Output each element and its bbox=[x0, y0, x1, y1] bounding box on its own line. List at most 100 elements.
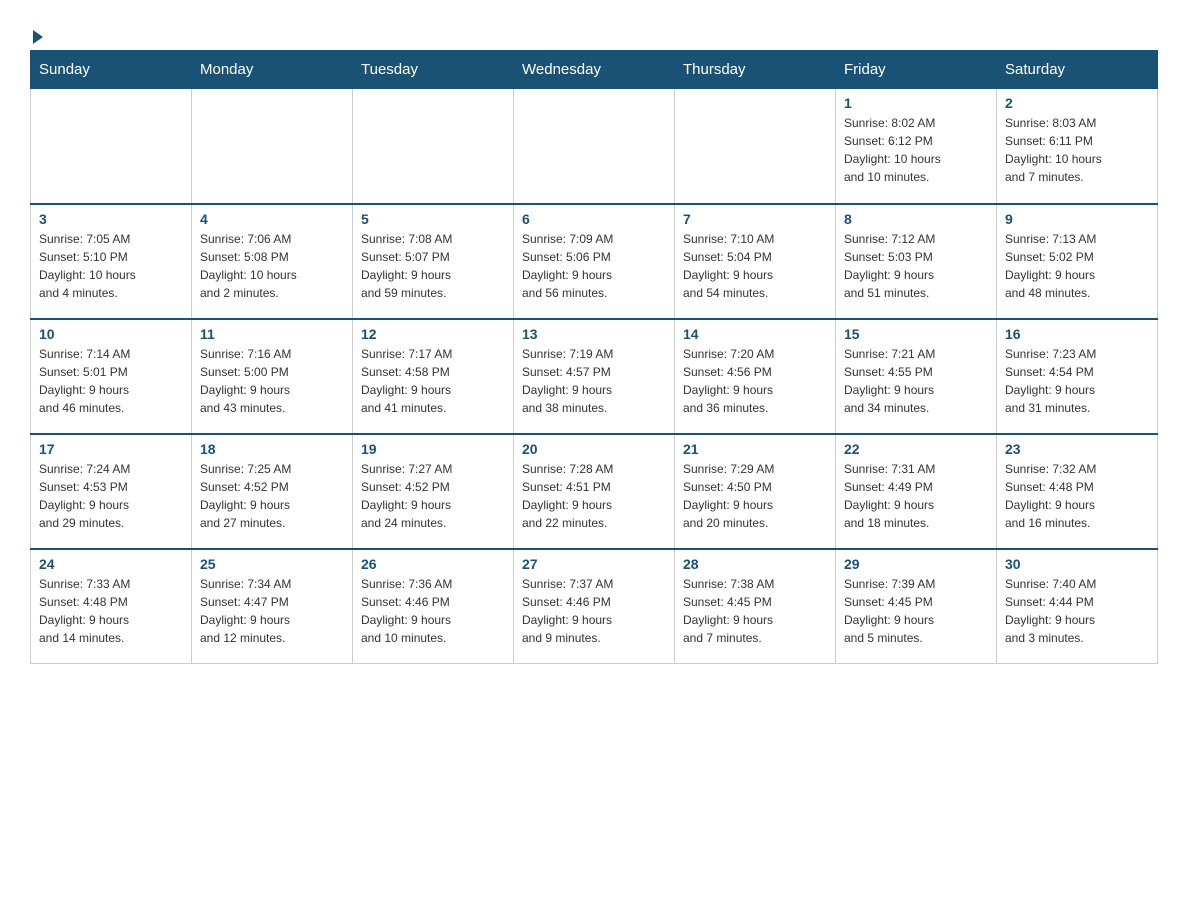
day-number: 26 bbox=[361, 556, 505, 572]
calendar-cell: 12 Sunrise: 7:17 AM Sunset: 4:58 PM Dayli… bbox=[353, 319, 514, 434]
calendar-header-monday: Monday bbox=[192, 51, 353, 89]
day-info: Sunrise: 7:34 AM Sunset: 4:47 PM Dayligh… bbox=[200, 575, 344, 647]
calendar-cell: 19 Sunrise: 7:27 AM Sunset: 4:52 PM Dayli… bbox=[353, 434, 514, 549]
calendar-week-row-2: 3 Sunrise: 7:05 AM Sunset: 5:10 PM Daylig… bbox=[31, 204, 1158, 319]
day-info: Sunrise: 7:21 AM Sunset: 4:55 PM Dayligh… bbox=[844, 345, 988, 417]
day-info: Sunrise: 7:28 AM Sunset: 4:51 PM Dayligh… bbox=[522, 460, 666, 532]
day-number: 20 bbox=[522, 441, 666, 457]
day-info: Sunrise: 7:27 AM Sunset: 4:52 PM Dayligh… bbox=[361, 460, 505, 532]
day-number: 22 bbox=[844, 441, 988, 457]
day-info: Sunrise: 7:12 AM Sunset: 5:03 PM Dayligh… bbox=[844, 230, 988, 302]
logo-general bbox=[30, 30, 43, 44]
day-number: 2 bbox=[1005, 95, 1149, 111]
calendar-cell: 26 Sunrise: 7:36 AM Sunset: 4:46 PM Dayli… bbox=[353, 549, 514, 664]
day-number: 13 bbox=[522, 326, 666, 342]
day-number: 5 bbox=[361, 211, 505, 227]
logo bbox=[30, 20, 43, 40]
day-number: 1 bbox=[844, 95, 988, 111]
calendar-cell bbox=[353, 89, 514, 204]
day-number: 19 bbox=[361, 441, 505, 457]
calendar-cell: 6 Sunrise: 7:09 AM Sunset: 5:06 PM Daylig… bbox=[514, 204, 675, 319]
calendar-header-sunday: Sunday bbox=[31, 51, 192, 89]
calendar-cell: 4Sunrise: 7:06 AM Sunset: 5:08 PM Daylig… bbox=[192, 204, 353, 319]
day-info: Sunrise: 7:14 AM Sunset: 5:01 PM Dayligh… bbox=[39, 345, 183, 417]
day-info: Sunrise: 8:03 AM Sunset: 6:11 PM Dayligh… bbox=[1005, 114, 1149, 186]
day-number: 7 bbox=[683, 211, 827, 227]
day-number: 9 bbox=[1005, 211, 1149, 227]
calendar-cell: 16 Sunrise: 7:23 AM Sunset: 4:54 PM Dayli… bbox=[997, 319, 1158, 434]
calendar-cell: 2 Sunrise: 8:03 AM Sunset: 6:11 PM Daylig… bbox=[997, 89, 1158, 204]
calendar-cell: 3 Sunrise: 7:05 AM Sunset: 5:10 PM Daylig… bbox=[31, 204, 192, 319]
day-number: 12 bbox=[361, 326, 505, 342]
day-number: 6 bbox=[522, 211, 666, 227]
day-number: 25 bbox=[200, 556, 344, 572]
calendar-cell: 23 Sunrise: 7:32 AM Sunset: 4:48 PM Dayli… bbox=[997, 434, 1158, 549]
calendar-header-thursday: Thursday bbox=[675, 51, 836, 89]
calendar-week-row-1: 1 Sunrise: 8:02 AM Sunset: 6:12 PM Daylig… bbox=[31, 89, 1158, 204]
day-info: Sunrise: 7:19 AM Sunset: 4:57 PM Dayligh… bbox=[522, 345, 666, 417]
page-header bbox=[30, 20, 1158, 40]
day-info: Sunrise: 7:13 AM Sunset: 5:02 PM Dayligh… bbox=[1005, 230, 1149, 302]
day-number: 18 bbox=[200, 441, 344, 457]
calendar-cell: 25 Sunrise: 7:34 AM Sunset: 4:47 PM Dayli… bbox=[192, 549, 353, 664]
calendar-header-tuesday: Tuesday bbox=[353, 51, 514, 89]
calendar-cell: 13 Sunrise: 7:19 AM Sunset: 4:57 PM Dayli… bbox=[514, 319, 675, 434]
calendar-cell: 8 Sunrise: 7:12 AM Sunset: 5:03 PM Daylig… bbox=[836, 204, 997, 319]
day-number: 17 bbox=[39, 441, 183, 457]
day-info: Sunrise: 7:25 AM Sunset: 4:52 PM Dayligh… bbox=[200, 460, 344, 532]
calendar-cell: 24 Sunrise: 7:33 AM Sunset: 4:48 PM Dayli… bbox=[31, 549, 192, 664]
day-info: Sunrise: 7:17 AM Sunset: 4:58 PM Dayligh… bbox=[361, 345, 505, 417]
calendar-cell bbox=[192, 89, 353, 204]
day-number: 11 bbox=[200, 326, 344, 342]
day-number: 30 bbox=[1005, 556, 1149, 572]
day-number: 16 bbox=[1005, 326, 1149, 342]
day-number: 15 bbox=[844, 326, 988, 342]
day-info: Sunrise: 7:37 AM Sunset: 4:46 PM Dayligh… bbox=[522, 575, 666, 647]
day-number: 10 bbox=[39, 326, 183, 342]
day-number: 29 bbox=[844, 556, 988, 572]
day-info: Sunrise: 7:40 AM Sunset: 4:44 PM Dayligh… bbox=[1005, 575, 1149, 647]
calendar-cell bbox=[675, 89, 836, 204]
calendar-cell: 29 Sunrise: 7:39 AM Sunset: 4:45 PM Dayli… bbox=[836, 549, 997, 664]
day-info: Sunrise: 7:31 AM Sunset: 4:49 PM Dayligh… bbox=[844, 460, 988, 532]
calendar-cell: 21Sunrise: 7:29 AM Sunset: 4:50 PM Dayli… bbox=[675, 434, 836, 549]
day-number: 3 bbox=[39, 211, 183, 227]
calendar-cell: 22 Sunrise: 7:31 AM Sunset: 4:49 PM Dayli… bbox=[836, 434, 997, 549]
calendar-cell: 28Sunrise: 7:38 AM Sunset: 4:45 PM Dayli… bbox=[675, 549, 836, 664]
day-number: 8 bbox=[844, 211, 988, 227]
calendar-header-friday: Friday bbox=[836, 51, 997, 89]
calendar-cell: 18 Sunrise: 7:25 AM Sunset: 4:52 PM Dayli… bbox=[192, 434, 353, 549]
calendar-cell bbox=[31, 89, 192, 204]
calendar-week-row-3: 10 Sunrise: 7:14 AM Sunset: 5:01 PM Dayli… bbox=[31, 319, 1158, 434]
day-number: 23 bbox=[1005, 441, 1149, 457]
day-info: Sunrise: 7:23 AM Sunset: 4:54 PM Dayligh… bbox=[1005, 345, 1149, 417]
day-number: 24 bbox=[39, 556, 183, 572]
calendar-cell: 20 Sunrise: 7:28 AM Sunset: 4:51 PM Dayli… bbox=[514, 434, 675, 549]
day-info: Sunrise: 7:36 AM Sunset: 4:46 PM Dayligh… bbox=[361, 575, 505, 647]
calendar-table: SundayMondayTuesdayWednesdayThursdayFrid… bbox=[30, 50, 1158, 664]
day-info: Sunrise: 7:09 AM Sunset: 5:06 PM Dayligh… bbox=[522, 230, 666, 302]
day-info: Sunrise: 7:33 AM Sunset: 4:48 PM Dayligh… bbox=[39, 575, 183, 647]
calendar-cell: 1 Sunrise: 8:02 AM Sunset: 6:12 PM Daylig… bbox=[836, 89, 997, 204]
calendar-header-wednesday: Wednesday bbox=[514, 51, 675, 89]
calendar-cell: 27 Sunrise: 7:37 AM Sunset: 4:46 PM Dayli… bbox=[514, 549, 675, 664]
calendar-cell: 7 Sunrise: 7:10 AM Sunset: 5:04 PM Daylig… bbox=[675, 204, 836, 319]
calendar-header-row: SundayMondayTuesdayWednesdayThursdayFrid… bbox=[31, 51, 1158, 89]
calendar-cell: 10 Sunrise: 7:14 AM Sunset: 5:01 PM Dayli… bbox=[31, 319, 192, 434]
day-number: 28 bbox=[683, 556, 827, 572]
day-info: Sunrise: 7:39 AM Sunset: 4:45 PM Dayligh… bbox=[844, 575, 988, 647]
day-info: Sunrise: 7:20 AM Sunset: 4:56 PM Dayligh… bbox=[683, 345, 827, 417]
day-info: Sunrise: 7:10 AM Sunset: 5:04 PM Dayligh… bbox=[683, 230, 827, 302]
day-info: Sunrise: 7:32 AM Sunset: 4:48 PM Dayligh… bbox=[1005, 460, 1149, 532]
calendar-header-saturday: Saturday bbox=[997, 51, 1158, 89]
calendar-cell: 9 Sunrise: 7:13 AM Sunset: 5:02 PM Daylig… bbox=[997, 204, 1158, 319]
day-info: Sunrise: 7:08 AM Sunset: 5:07 PM Dayligh… bbox=[361, 230, 505, 302]
day-info: Sunrise: 8:02 AM Sunset: 6:12 PM Dayligh… bbox=[844, 114, 988, 186]
day-number: 27 bbox=[522, 556, 666, 572]
day-info: Sunrise: 7:24 AM Sunset: 4:53 PM Dayligh… bbox=[39, 460, 183, 532]
day-number: 14 bbox=[683, 326, 827, 342]
day-info: Sunrise: 7:16 AM Sunset: 5:00 PM Dayligh… bbox=[200, 345, 344, 417]
day-number: 4 bbox=[200, 211, 344, 227]
calendar-week-row-4: 17 Sunrise: 7:24 AM Sunset: 4:53 PM Dayli… bbox=[31, 434, 1158, 549]
day-info: Sunrise: 7:05 AM Sunset: 5:10 PM Dayligh… bbox=[39, 230, 183, 302]
